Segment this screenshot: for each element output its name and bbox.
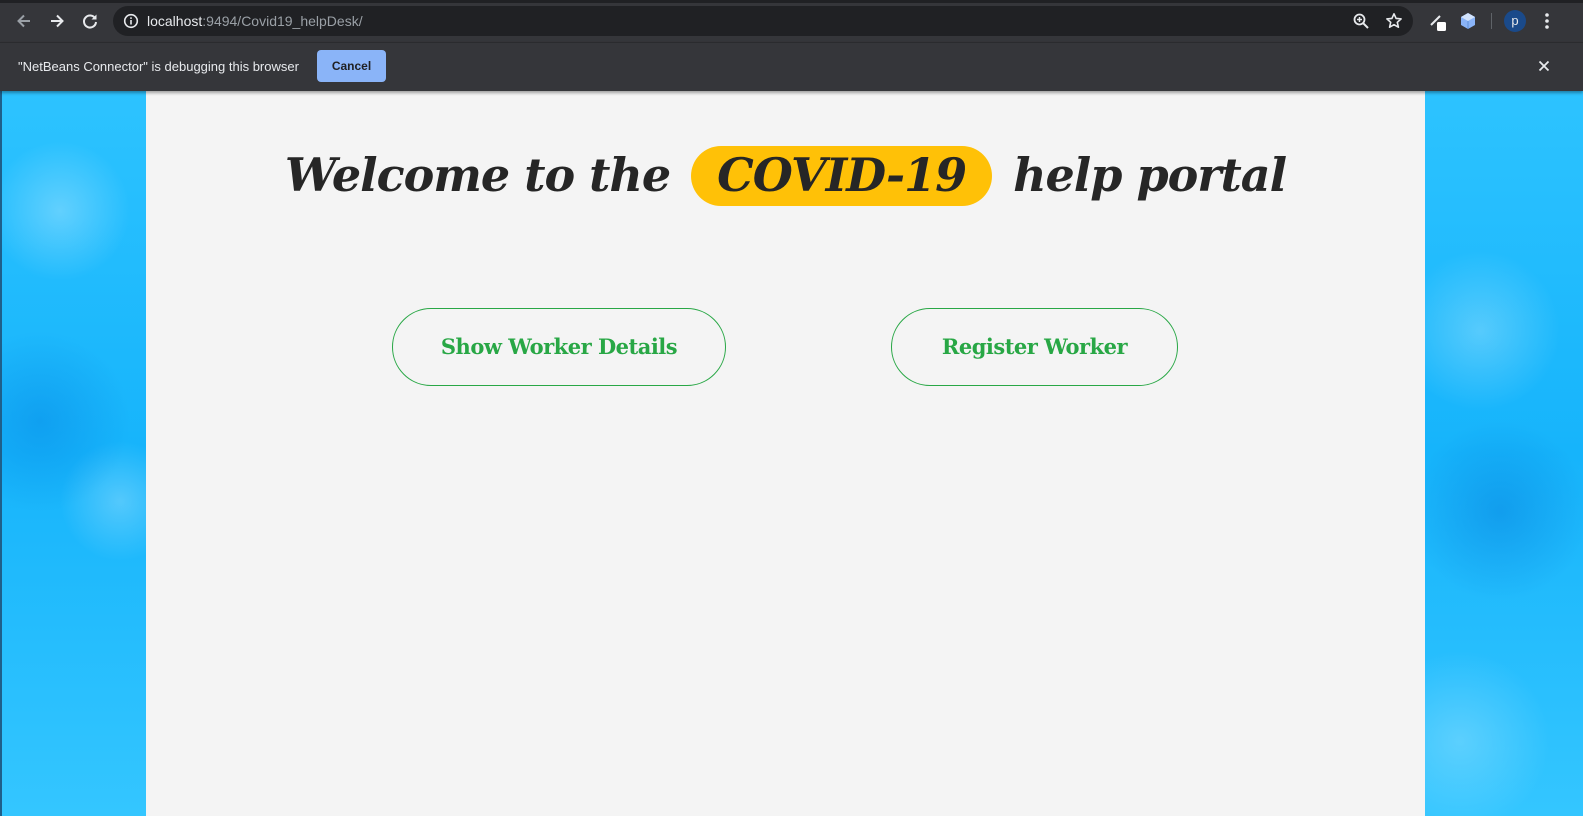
- title-prefix: Welcome to the: [284, 148, 671, 202]
- url-path: :9494/Covid19_helpDesk/: [202, 13, 363, 29]
- title-highlight: COVID-19: [691, 146, 993, 206]
- netbeans-extension-icon[interactable]: [1428, 11, 1448, 31]
- infobar-message: "NetBeans Connector" is debugging this b…: [18, 59, 299, 74]
- reload-icon: [83, 14, 97, 29]
- more-menu-icon[interactable]: [1539, 11, 1555, 31]
- bookmark-star-icon[interactable]: [1385, 12, 1403, 30]
- browser-toolbar: localhost:9494/Covid19_helpDesk/ p: [0, 0, 1583, 42]
- title-suffix: help portal: [1013, 148, 1287, 202]
- page-viewport: Welcome to the COVID-19 help portal Show…: [0, 91, 1583, 816]
- show-worker-details-button[interactable]: Show Worker Details: [392, 308, 726, 386]
- forward-arrow-icon: [51, 14, 64, 28]
- content-panel: Welcome to the COVID-19 help portal Show…: [146, 91, 1425, 816]
- address-bar[interactable]: localhost:9494/Covid19_helpDesk/: [113, 6, 1413, 36]
- extension-cube-icon[interactable]: [1458, 11, 1478, 31]
- tab-strip-edge: [0, 0, 1583, 3]
- url-text[interactable]: localhost:9494/Covid19_helpDesk/: [147, 12, 363, 30]
- close-icon[interactable]: [1536, 58, 1552, 74]
- register-worker-button[interactable]: Register Worker: [891, 308, 1178, 386]
- profile-avatar[interactable]: p: [1504, 10, 1526, 32]
- site-info-icon[interactable]: [123, 13, 139, 29]
- url-host: localhost: [147, 13, 203, 29]
- cancel-button[interactable]: Cancel: [317, 50, 386, 82]
- back-button[interactable]: [12, 9, 36, 33]
- reload-button[interactable]: [78, 9, 102, 33]
- toolbar-divider: [1491, 13, 1492, 29]
- zoom-icon[interactable]: [1352, 12, 1370, 30]
- viewport-edge: [0, 91, 2, 816]
- forward-button[interactable]: [45, 9, 69, 33]
- page-title: Welcome to the COVID-19 help portal: [146, 146, 1425, 206]
- debugging-infobar: "NetBeans Connector" is debugging this b…: [0, 42, 1583, 91]
- back-arrow-icon: [17, 14, 30, 28]
